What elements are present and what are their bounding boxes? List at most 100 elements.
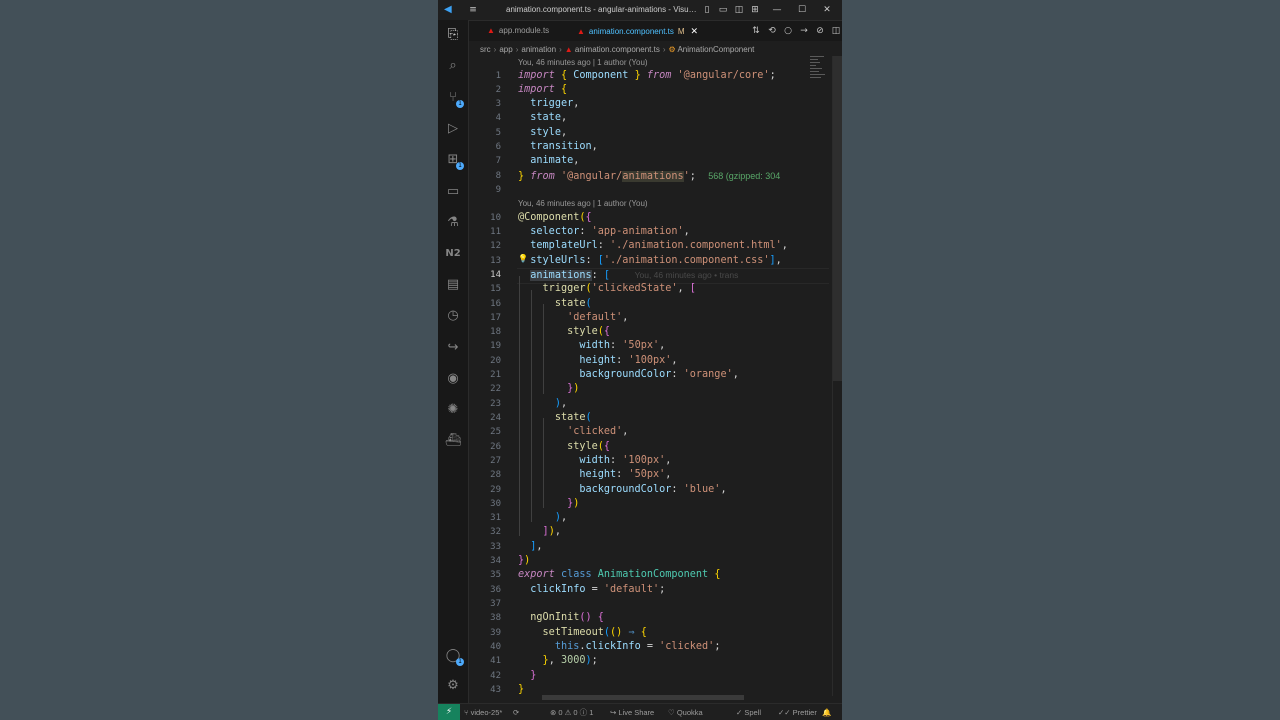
code-text: width: '100px',: [579, 455, 672, 466]
code-line: 36 clickInfo = 'default';: [469, 583, 829, 597]
code-line: 40 this.clickInfo = 'clicked';: [469, 640, 829, 654]
next-change-icon[interactable]: →: [796, 21, 812, 41]
menu-icon[interactable]: ≡: [466, 0, 480, 20]
status-bar: ⚡ ⑂ video-25* ⟳ ⊗ 0 ⚠ 0 ⓘ 1 ↪ Live Share…: [438, 703, 842, 720]
chevron-right-icon: ›: [515, 45, 519, 54]
codelens-author[interactable]: You, 46 minutes ago | 1 author (You): [518, 56, 648, 70]
code-line: 41 }, 3000);: [469, 654, 829, 668]
code-text: }): [567, 383, 580, 394]
line-number: 14: [490, 270, 501, 280]
toggle-secondary-sidebar-icon[interactable]: ◫: [732, 0, 746, 20]
remote-indicator[interactable]: ⚡: [438, 704, 460, 720]
prettier-label: Prettier: [792, 708, 817, 717]
code-text: state(: [554, 298, 592, 309]
code-line: 16 state(: [469, 297, 829, 311]
chevron-right-icon: ›: [493, 45, 497, 54]
line-number: 8: [495, 171, 501, 181]
sync-icon[interactable]: ⟳: [513, 704, 519, 720]
github-icon[interactable]: ◉: [443, 369, 463, 389]
docker-icon[interactable]: ⛴: [443, 431, 463, 451]
explorer-glyph: ⎘: [447, 27, 459, 42]
run-debug-glyph: ▷: [448, 121, 458, 136]
code-editor[interactable]: You, 46 minutes ago | 1 author (You) 1 im…: [469, 56, 829, 696]
breadcrumb-item[interactable]: animation: [521, 45, 556, 54]
scrollbar-thumb[interactable]: [833, 56, 842, 381]
search-icon[interactable]: ⌕: [443, 56, 463, 76]
modified-indicator: M: [677, 27, 685, 36]
line-number: 33: [490, 542, 501, 552]
compare-icon[interactable]: ⇅: [748, 21, 764, 41]
source-control-icon[interactable]: ⑂ 1: [443, 88, 464, 108]
codelens-author[interactable]: You, 46 minutes ago | 1 author (You): [518, 197, 648, 211]
minimap[interactable]: [810, 56, 828, 96]
line-number: 29: [490, 485, 501, 495]
tab-app-module[interactable]: ▲ app.module.ts: [487, 21, 549, 41]
line-number: 21: [490, 370, 501, 380]
code-text: }): [567, 498, 580, 509]
quokka-button[interactable]: ♡ Quokka: [668, 704, 703, 720]
remote-explorer-icon[interactable]: ▭: [443, 182, 463, 202]
breadcrumb-item[interactable]: AnimationComponent: [677, 45, 754, 54]
gitlens-icon[interactable]: ✺: [443, 400, 463, 420]
extensions-icon[interactable]: ⊞ 1: [443, 150, 464, 170]
toggle-blame-icon[interactable]: ⊘: [812, 21, 828, 41]
close-tab-icon[interactable]: ✕: [691, 26, 699, 36]
maximize-button[interactable]: ☐: [795, 0, 809, 20]
revert-icon[interactable]: ⟲: [764, 21, 780, 41]
code-text: style({: [567, 441, 611, 452]
settings-gear-glyph: ⚙: [447, 678, 459, 693]
timeline-icon[interactable]: ◷: [443, 306, 463, 326]
clipboard-icon[interactable]: ▤: [443, 275, 463, 295]
line-number: 17: [490, 313, 501, 323]
notifications-bell-icon[interactable]: 🔔: [822, 704, 831, 720]
breadcrumb-item[interactable]: animation.component.ts: [575, 45, 660, 54]
toggle-primary-sidebar-icon[interactable]: ▯: [700, 0, 714, 20]
code-text: templateUrl: './animation.component.html…: [530, 240, 788, 251]
run-debug-icon[interactable]: ▷: [443, 119, 463, 139]
live-share-button[interactable]: ↪ Live Share: [610, 704, 654, 720]
code-text: ngOnInit() {: [530, 612, 604, 623]
accounts-icon[interactable]: ◯ 1: [443, 646, 464, 666]
vertical-scrollbar[interactable]: [832, 56, 842, 696]
line-number: 34: [490, 556, 501, 566]
minimap-line: [810, 65, 816, 66]
code-line: 9: [469, 183, 829, 197]
code-text: }: [530, 670, 537, 681]
line-number: 7: [495, 156, 501, 166]
line-number: 26: [490, 442, 501, 452]
breadcrumb-item[interactable]: app: [499, 45, 512, 54]
tab-animation-component[interactable]: ▲ animation.component.ts M ✕: [577, 21, 698, 41]
code-text: ]),: [542, 526, 561, 537]
line-number: 38: [490, 613, 501, 623]
testing-icon[interactable]: ⚗: [443, 213, 463, 233]
lightbulb-icon[interactable]: 💡: [518, 254, 528, 263]
spell-button[interactable]: ✓ Spell: [736, 704, 761, 720]
chevron-right-icon: ›: [559, 45, 562, 54]
branch-indicator[interactable]: ⑂ video-25*: [464, 704, 502, 720]
split-editor-icon[interactable]: ◫: [828, 21, 842, 41]
breadcrumb-item[interactable]: src: [480, 45, 491, 54]
code-line: 33 ],: [469, 540, 829, 554]
check-all-icon: ✓✓: [778, 708, 793, 717]
explorer-icon[interactable]: ⎘: [443, 25, 463, 45]
code-line: 34}): [469, 554, 829, 568]
problems-indicator[interactable]: ⊗ 0 ⚠ 0 ⓘ 1: [550, 704, 593, 720]
horizontal-scrollbar[interactable]: [542, 695, 744, 700]
minimize-button[interactable]: —: [770, 0, 784, 20]
toggle-panel-icon[interactable]: ▭: [716, 0, 730, 20]
line-number: 22: [490, 384, 501, 394]
close-window-button[interactable]: ✕: [820, 0, 834, 20]
code-text: }, 3000);: [542, 655, 598, 666]
line-number: 41: [490, 656, 501, 666]
settings-gear-icon[interactable]: ⚙: [443, 676, 463, 696]
code-line: 10 @Component({: [469, 211, 829, 225]
editor-tabs: ▲ app.module.ts ▲ animation.component.ts M ✕…: [469, 21, 842, 41]
code-line: 22 }): [469, 382, 829, 396]
code-line: 8} from '@angular/animations'; 568 (gzip…: [469, 169, 829, 183]
nx-console-icon[interactable]: N2: [443, 244, 463, 264]
customize-layout-icon[interactable]: ⊞: [748, 0, 762, 20]
prettier-button[interactable]: ✓✓ Prettier: [778, 704, 817, 720]
live-share-icon[interactable]: ↪: [443, 338, 463, 358]
previous-change-icon[interactable]: ○: [780, 21, 796, 41]
line-number: 23: [490, 399, 501, 409]
